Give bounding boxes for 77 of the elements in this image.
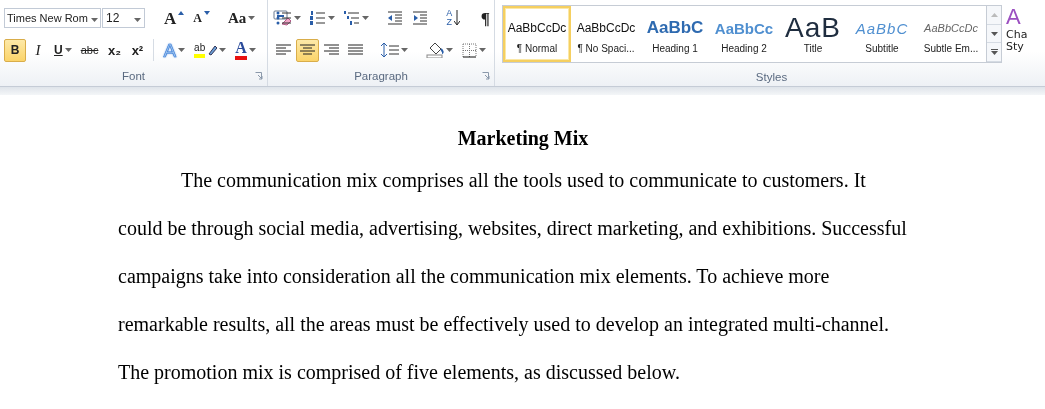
down-arrow-icon [990, 31, 998, 36]
paint-bucket-icon [426, 42, 444, 58]
group-label: Paragraph [354, 70, 408, 83]
decrease-indent-icon [387, 11, 403, 25]
align-center-icon [300, 44, 315, 56]
font-color-button[interactable]: A [231, 38, 260, 62]
align-right-icon [324, 44, 339, 56]
caret-icon [91, 18, 98, 22]
justify-icon [348, 44, 363, 56]
font-size-field[interactable]: 12 [102, 8, 145, 28]
caret-icon [328, 16, 335, 20]
font-name-field[interactable]: Times New Rom [4, 8, 101, 28]
style-name: Heading 1 [652, 43, 698, 54]
style-tile[interactable]: AaBbCcDc ¶ Normal [503, 6, 571, 62]
more-styles-button[interactable] [987, 43, 1001, 62]
style-tile[interactable]: AaBbCcDc ¶ No Spaci... [572, 6, 640, 62]
caret-icon [219, 48, 227, 52]
caret-icon [248, 16, 256, 20]
up-arrow-icon [990, 12, 998, 17]
style-tile[interactable]: AaBbC Subtitle [848, 6, 916, 62]
group-label: Font [122, 70, 145, 83]
font-grow-arrow-icon [178, 10, 185, 15]
style-name: Heading 2 [721, 43, 767, 54]
style-name: Subtle Em... [923, 43, 979, 54]
style-preview: AaBbC [646, 17, 704, 39]
dialog-launcher-icon[interactable] [482, 72, 490, 80]
style-tile[interactable]: AaBbCc Heading 2 [710, 6, 778, 62]
group-label: Styles [755, 70, 788, 83]
numbered-list-icon [310, 11, 326, 25]
subscript-button[interactable]: x₂ [103, 38, 126, 62]
style-preview: AaBbC [855, 18, 909, 39]
underline-button[interactable]: U [50, 38, 76, 62]
multilevel-list-icon [344, 10, 360, 26]
style-name: Title [803, 43, 823, 54]
body-paragraph: The communication mix comprises all the tools used to communicate to customers. It could be through social media, advertising, websites, direct marketing, and exhibitions. Successful campaigns take into consideration all the communication mix elements. To achieve more remarkable results, all the areas must be effectively used to develop an integrated multi-channel. The promotion mix is comprised of five elements, as discussed below. [118, 168, 908, 386]
style-name: ¶ Normal [516, 43, 558, 54]
highlighter-pen-icon [207, 44, 218, 56]
increase-indent-icon [412, 11, 428, 25]
bold-button[interactable]: B [4, 38, 26, 62]
align-center-button[interactable] [296, 38, 319, 62]
grow-font-button[interactable]: A [160, 6, 189, 30]
style-preview: AaBbCcDc [507, 20, 567, 37]
italic-button[interactable]: I [27, 38, 49, 62]
border-grid-icon [462, 42, 477, 58]
document-title: Marketing Mix [456, 126, 590, 152]
caret-icon [401, 48, 408, 52]
change-case-button[interactable]: Aa [223, 6, 260, 30]
caret-icon [479, 48, 486, 52]
strikethrough-button[interactable]: abc [76, 38, 103, 62]
style-name: ¶ No Spaci... [577, 43, 635, 54]
style-preview: AaB [785, 15, 841, 41]
style-preview: AaBbCc [714, 18, 774, 39]
shrink-font-button[interactable]: A [189, 6, 214, 30]
caret-icon [362, 16, 369, 20]
align-left-icon [276, 44, 291, 56]
style-tile[interactable]: AaBbCcDc Subtle Em... [917, 6, 985, 62]
style-tile[interactable]: AaB Title [779, 6, 847, 62]
style-preview: AaBbCcDc [576, 20, 636, 37]
caret-icon [134, 18, 141, 22]
caret-icon [294, 16, 301, 20]
highlight-button[interactable]: ab [190, 38, 231, 62]
show-marks-button[interactable]: ¶ [474, 6, 497, 30]
style-preview: AaBbCcDc [924, 21, 978, 36]
expand-icon [990, 49, 998, 56]
caret-icon [178, 48, 186, 52]
style-name: Subtitle [865, 43, 899, 54]
line-spacing-icon [381, 42, 399, 58]
superscript-button[interactable]: x² [126, 38, 149, 62]
caret-icon [446, 48, 453, 52]
down-arrow-icon [454, 10, 461, 26]
caret-icon [248, 48, 256, 52]
style-tile[interactable]: AaBbC Heading 1 [641, 6, 709, 62]
font-shrink-arrow-icon [203, 10, 210, 15]
dialog-launcher-icon[interactable] [255, 72, 263, 80]
caret-icon [64, 48, 72, 52]
sort-button[interactable]: AZ [442, 6, 465, 30]
change-styles-button[interactable]: A Cha Sty [1002, 5, 1028, 67]
